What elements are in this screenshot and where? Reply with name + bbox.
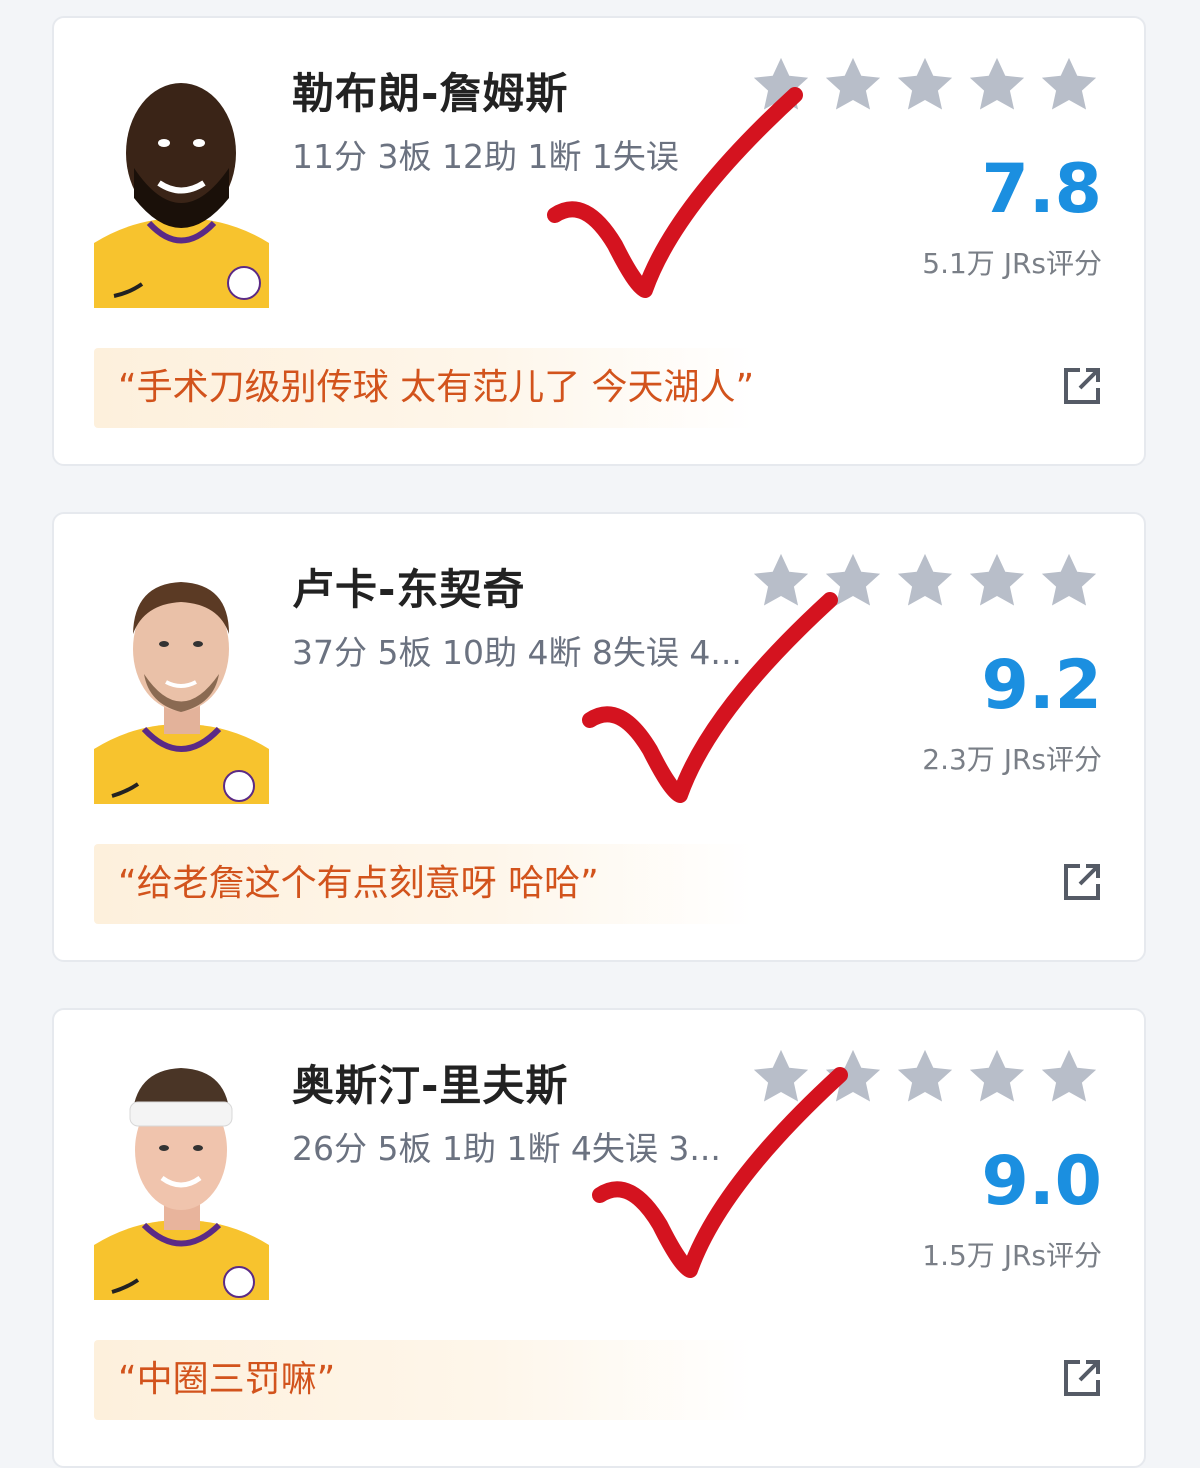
- player-card[interactable]: 勒布朗-詹姆斯 11分 3板 12助 1断 1失误 7.8 5.1万 JRs评分…: [52, 16, 1146, 466]
- star-icon[interactable]: [750, 550, 812, 612]
- star-icon[interactable]: [750, 1046, 812, 1108]
- player-avatar: [94, 1050, 269, 1300]
- star-icon[interactable]: [1038, 550, 1100, 612]
- top-comment[interactable]: “给老詹这个有点刻意呀 哈哈”: [94, 844, 754, 924]
- player-score: 7.8: [981, 150, 1102, 229]
- rating-count: 2.3万 JRs评分: [922, 743, 1102, 776]
- player-avatar: [94, 58, 269, 308]
- player-stats: 11分 3板 12助 1断 1失误: [292, 137, 679, 176]
- star-icon[interactable]: [1038, 1046, 1100, 1108]
- rating-count: 5.1万 JRs评分: [922, 247, 1102, 280]
- top-comment[interactable]: “手术刀级别传球 太有范儿了 今天湖人”: [94, 348, 754, 428]
- rating-stars[interactable]: [750, 550, 1100, 612]
- star-icon[interactable]: [822, 1046, 884, 1108]
- star-icon[interactable]: [750, 54, 812, 116]
- player-name: 卢卡-东契奇: [292, 565, 526, 614]
- star-icon[interactable]: [894, 550, 956, 612]
- player-card[interactable]: 卢卡-东契奇 37分 5板 10助 4断 8失误 4... 9.2 2.3万 J…: [52, 512, 1146, 962]
- player-card[interactable]: 奥斯汀-里夫斯 26分 5板 1助 1断 4失误 3... 9.0 1.5万 J…: [52, 1008, 1146, 1468]
- player-name: 勒布朗-詹姆斯: [292, 69, 569, 118]
- star-icon[interactable]: [894, 1046, 956, 1108]
- star-icon[interactable]: [894, 54, 956, 116]
- player-stats: 37分 5板 10助 4断 8失误 4...: [292, 633, 742, 672]
- player-name: 奥斯汀-里夫斯: [292, 1061, 569, 1110]
- star-icon[interactable]: [966, 54, 1028, 116]
- player-stats: 26分 5板 1助 1断 4失误 3...: [292, 1129, 721, 1168]
- player-score: 9.0: [981, 1142, 1102, 1221]
- share-icon[interactable]: [1060, 860, 1104, 904]
- rating-stars[interactable]: [750, 1046, 1100, 1108]
- star-icon[interactable]: [822, 54, 884, 116]
- star-icon[interactable]: [966, 1046, 1028, 1108]
- share-icon[interactable]: [1060, 1356, 1104, 1400]
- rating-stars[interactable]: [750, 54, 1100, 116]
- top-comment[interactable]: “中圈三罚嘛”: [94, 1340, 754, 1420]
- star-icon[interactable]: [822, 550, 884, 612]
- rating-count: 1.5万 JRs评分: [922, 1239, 1102, 1272]
- player-avatar: [94, 554, 269, 804]
- share-icon[interactable]: [1060, 364, 1104, 408]
- star-icon[interactable]: [1038, 54, 1100, 116]
- player-score: 9.2: [981, 646, 1102, 725]
- star-icon[interactable]: [966, 550, 1028, 612]
